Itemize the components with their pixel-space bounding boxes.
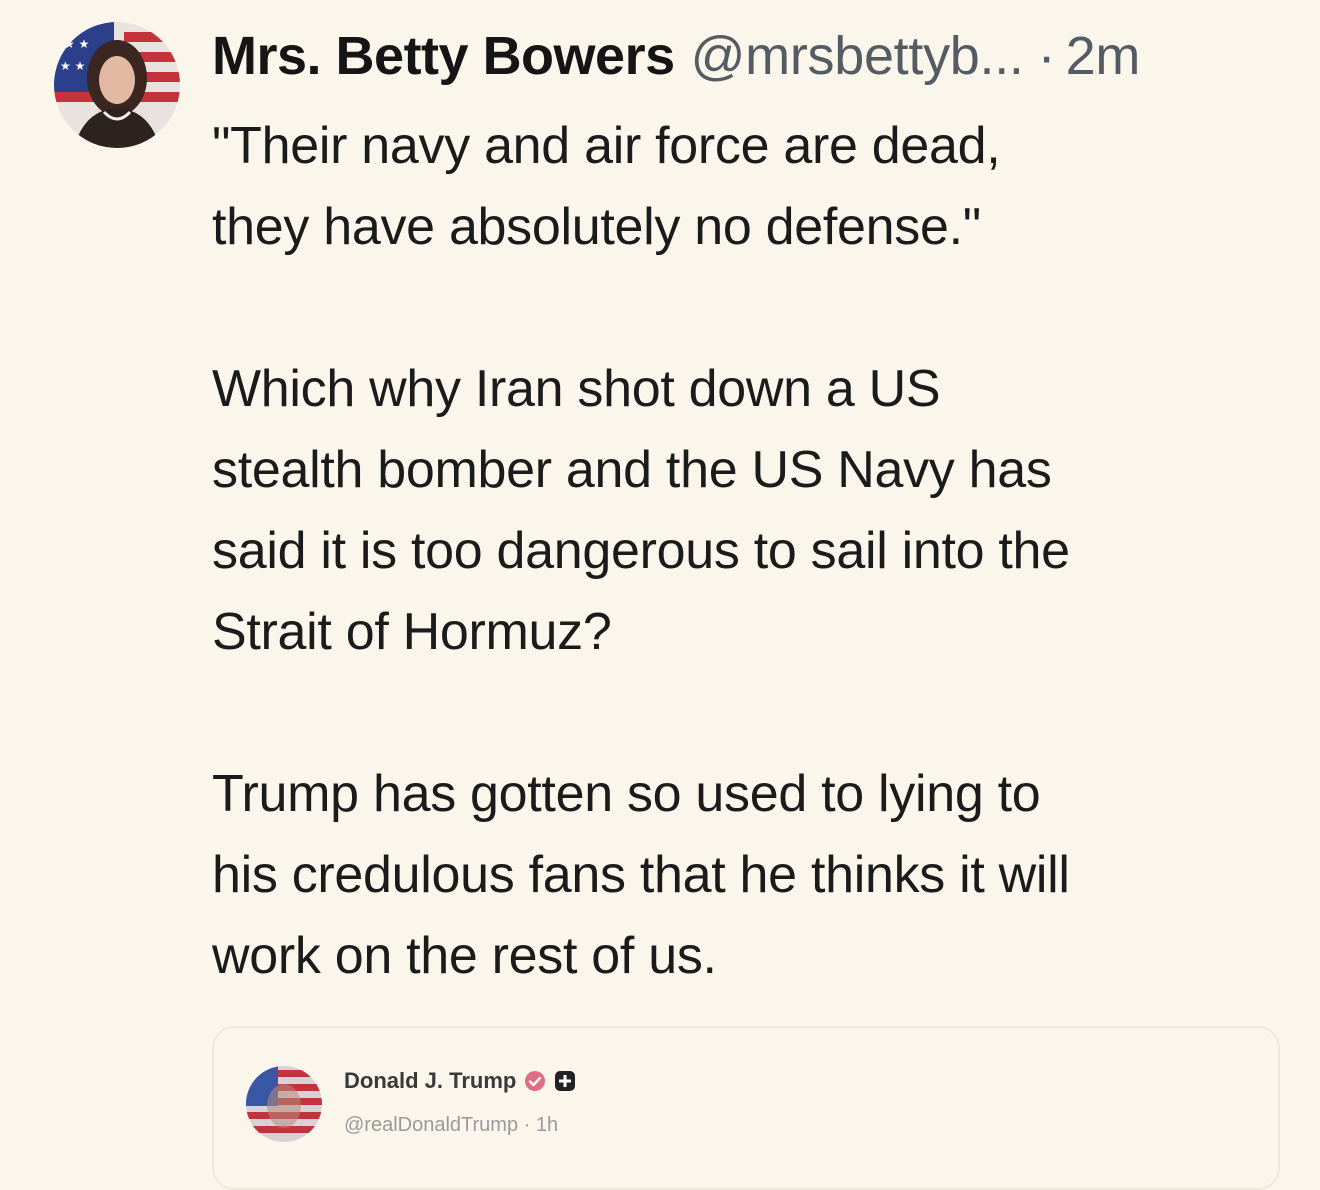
author-display-name[interactable]: Mrs. Betty Bowers: [212, 24, 675, 88]
post-paragraph: Which why Iran shot down a US stealth bo…: [212, 360, 1070, 661]
avatar-image: ★ ★ ★ ★: [54, 22, 180, 148]
quoted-separator: ·: [523, 1114, 531, 1136]
quoted-avatar-image: [246, 1066, 322, 1142]
quoted-display-name[interactable]: Donald J. Trump: [344, 1068, 516, 1094]
svg-text:★ ★: ★ ★: [60, 59, 85, 73]
quoted-meta: @realDonaldTrump · 1h: [344, 1114, 558, 1137]
quoted-author-avatar[interactable]: [246, 1066, 322, 1142]
post-header: Mrs. Betty Bowers @mrsbettyb... · 2m: [212, 24, 1302, 88]
svg-text:★ ★: ★ ★: [64, 37, 89, 51]
quoted-name-row: Donald J. Trump: [344, 1068, 576, 1094]
post-paragraph: Trump has gotten so used to lying to his…: [212, 765, 1070, 985]
post-paragraph: "Their navy and air force are dead, they…: [212, 117, 1001, 256]
header-separator: ·: [1037, 26, 1056, 86]
post-timestamp[interactable]: 2m: [1066, 24, 1141, 88]
quoted-timestamp[interactable]: 1h: [536, 1114, 558, 1136]
quoted-post-card[interactable]: Donald J. Trump @realDonaldTrump · 1h: [212, 1026, 1280, 1190]
author-avatar[interactable]: ★ ★ ★ ★: [54, 22, 180, 148]
quoted-handle[interactable]: @realDonaldTrump: [344, 1114, 518, 1136]
post-body: "Their navy and air force are dead, they…: [212, 106, 1302, 997]
post: ★ ★ ★ ★ Mrs. Betty Bowers @mrsbettyb... …: [0, 0, 1320, 1190]
verified-check-icon: [525, 1071, 546, 1091]
author-handle[interactable]: @mrsbettyb...: [691, 24, 1024, 88]
plus-badge-icon: [555, 1071, 576, 1091]
